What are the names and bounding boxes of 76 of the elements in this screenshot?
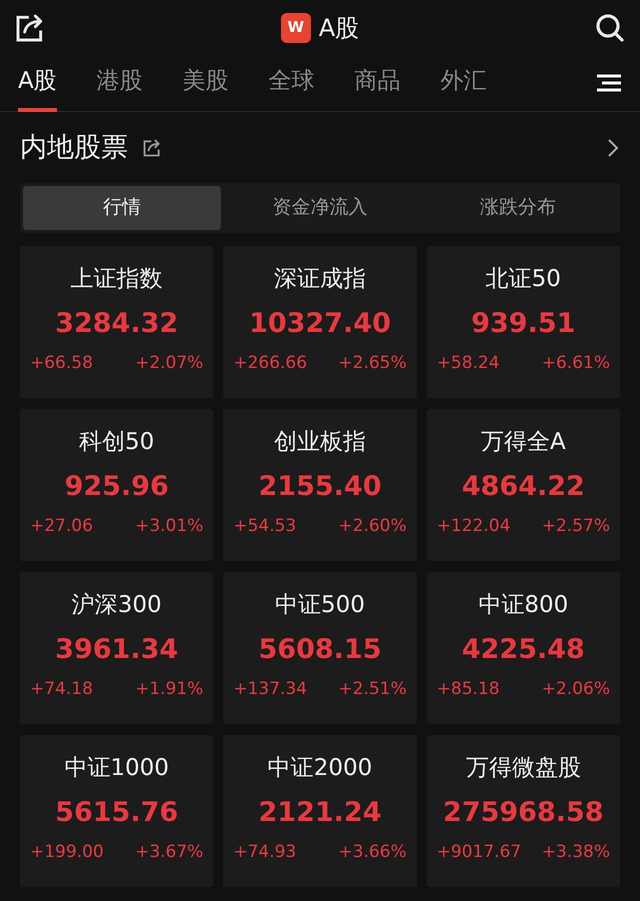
index-value: 2121.24 (258, 796, 382, 830)
market-tab[interactable]: 外汇 (440, 58, 487, 108)
index-name: 中证500 (275, 590, 365, 620)
change-value: +58.24 (436, 352, 500, 374)
index-value: 3961.34 (55, 633, 178, 667)
section-title: 内地股票 (20, 131, 128, 165)
market-tab[interactable]: 港股 (96, 58, 143, 108)
index-card[interactable]: 北证50 939.51 +58.24 +6.61% (426, 246, 620, 398)
menu-icon[interactable] (596, 73, 622, 93)
change-percent: +2.65% (338, 352, 407, 374)
change-percent: +6.61% (542, 352, 610, 374)
change-percent: +2.57% (542, 514, 610, 538)
index-name: 中证1000 (64, 754, 169, 782)
index-card[interactable]: 中证800 4225.48 +85.18 +2.06% (426, 572, 620, 724)
index-value: 4225.48 (462, 633, 585, 667)
index-name: 科创50 (79, 428, 154, 456)
index-name: 中证800 (478, 590, 568, 620)
segment-tab[interactable]: 行情 (23, 186, 221, 230)
index-card[interactable]: 科创50 925.96 +27.06 +3.01% (20, 408, 214, 560)
index-value: 925.96 (64, 470, 169, 504)
index-name: 万得微盘股 (466, 754, 581, 782)
index-value: 275968.58 (443, 796, 604, 830)
index-name: 北证50 (486, 264, 561, 294)
market-tab[interactable]: A股 (18, 58, 57, 112)
index-value: 5615.76 (55, 796, 178, 830)
segment-tab[interactable]: 资金净流入 (221, 186, 419, 230)
app-logo: W (280, 12, 311, 42)
index-name: 中证2000 (268, 754, 372, 782)
index-card[interactable]: 创业板指 2155.40 +54.53 +2.60% (223, 408, 417, 560)
share-icon[interactable] (142, 138, 162, 158)
index-card[interactable]: 中证1000 5615.76 +199.00 +3.67% (20, 734, 214, 886)
market-tab[interactable]: 商品 (354, 58, 401, 108)
index-name: 创业板指 (274, 428, 366, 456)
index-card[interactable]: 沪深300 3961.34 +74.18 +1.91% (20, 572, 214, 724)
change-value: +9017.67 (436, 840, 522, 864)
index-value: 4864.22 (462, 470, 585, 504)
change-value: +66.58 (30, 352, 93, 374)
page-title: A股 (318, 12, 360, 44)
change-value: +137.34 (233, 678, 308, 700)
index-name: 万得全A (480, 428, 566, 456)
change-percent: +3.01% (135, 514, 204, 538)
segment-tab[interactable]: 涨跌分布 (419, 186, 617, 230)
change-value: +85.18 (436, 678, 500, 700)
change-percent: +2.06% (542, 678, 610, 700)
index-value: 3284.32 (55, 307, 178, 341)
index-value: 10327.40 (249, 307, 391, 341)
change-percent: +2.07% (135, 352, 204, 374)
change-value: +266.66 (233, 352, 308, 374)
change-value: +54.53 (233, 514, 296, 538)
index-name: 沪深300 (72, 590, 162, 620)
index-value: 2155.40 (258, 470, 382, 504)
change-percent: +3.66% (338, 840, 407, 864)
change-value: +122.04 (436, 514, 510, 538)
change-percent: +3.38% (542, 840, 610, 864)
index-value: 5608.15 (258, 633, 382, 667)
change-value: +27.06 (30, 514, 93, 538)
index-name: 深证成指 (274, 264, 366, 294)
change-percent: +2.60% (338, 514, 407, 538)
change-value: +74.93 (233, 840, 296, 864)
index-card[interactable]: 中证2000 2121.24 +74.93 +3.66% (223, 734, 417, 886)
change-percent: +3.67% (135, 840, 204, 864)
change-value: +74.18 (30, 678, 93, 700)
index-name: 上证指数 (70, 264, 163, 294)
index-card[interactable]: 中证500 5608.15 +137.34 +2.51% (223, 572, 417, 724)
index-card[interactable]: 深证成指 10327.40 +266.66 +2.65% (223, 246, 417, 398)
index-card[interactable]: 万得全A 4864.22 +122.04 +2.57% (426, 408, 620, 560)
index-card[interactable]: 万得微盘股 275968.58 +9017.67 +3.38% (426, 734, 620, 886)
search-icon[interactable] (594, 12, 626, 44)
change-percent: +2.51% (338, 678, 407, 700)
index-card[interactable]: 上证指数 3284.32 +66.58 +2.07% (20, 246, 214, 398)
market-tab[interactable]: 全球 (268, 58, 315, 108)
change-value: +199.00 (30, 840, 104, 864)
market-tab[interactable]: 美股 (182, 58, 229, 108)
chevron-right-icon[interactable] (606, 137, 620, 160)
change-percent: +1.91% (135, 678, 204, 700)
index-value: 939.51 (471, 307, 576, 341)
